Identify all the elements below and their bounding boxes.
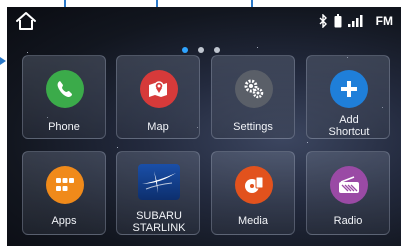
apps-grid-icon (46, 166, 84, 204)
audio-source-label[interactable]: FM (376, 14, 393, 28)
signal-strength-icon (347, 15, 364, 27)
map-button[interactable]: Map (116, 55, 200, 139)
radio-button[interactable]: Radio (306, 151, 390, 235)
settings-label: Settings (233, 121, 273, 133)
radio-icon (330, 166, 368, 204)
starlink-logo-icon (138, 164, 180, 200)
map-label: Map (147, 121, 169, 133)
subaru-starlink-label: SUBARU STARLINK (132, 210, 186, 234)
settings-button[interactable]: Settings (211, 55, 295, 139)
page-dot-2[interactable] (198, 47, 204, 53)
media-label: Media (238, 215, 268, 227)
page-dot-3[interactable] (214, 47, 220, 53)
plus-icon (330, 70, 368, 108)
home-screen: FM Phone Map Settings Add Shortcut Apps … (7, 7, 401, 246)
phone-button[interactable]: Phone (22, 55, 106, 139)
settings-icon (235, 70, 273, 108)
home-icon[interactable] (14, 11, 38, 31)
phone-battery-icon (334, 14, 342, 28)
media-button[interactable]: Media (211, 151, 295, 235)
apps-label: Apps (51, 215, 77, 227)
page-indicator (182, 47, 220, 53)
page-dot-1[interactable] (182, 47, 188, 53)
add-shortcut-button[interactable]: Add Shortcut (306, 55, 390, 139)
phone-label: Phone (48, 121, 80, 133)
subaru-starlink-button[interactable]: SUBARU STARLINK (116, 151, 200, 235)
map-icon (140, 70, 178, 108)
status-bar: FM (7, 7, 401, 35)
apps-button[interactable]: Apps (22, 151, 106, 235)
media-icon (235, 166, 273, 204)
add-shortcut-label: Add Shortcut (328, 114, 370, 138)
callout-arrow (0, 57, 6, 65)
radio-label: Radio (333, 215, 363, 227)
bluetooth-icon (318, 14, 328, 28)
phone-icon (46, 70, 84, 108)
